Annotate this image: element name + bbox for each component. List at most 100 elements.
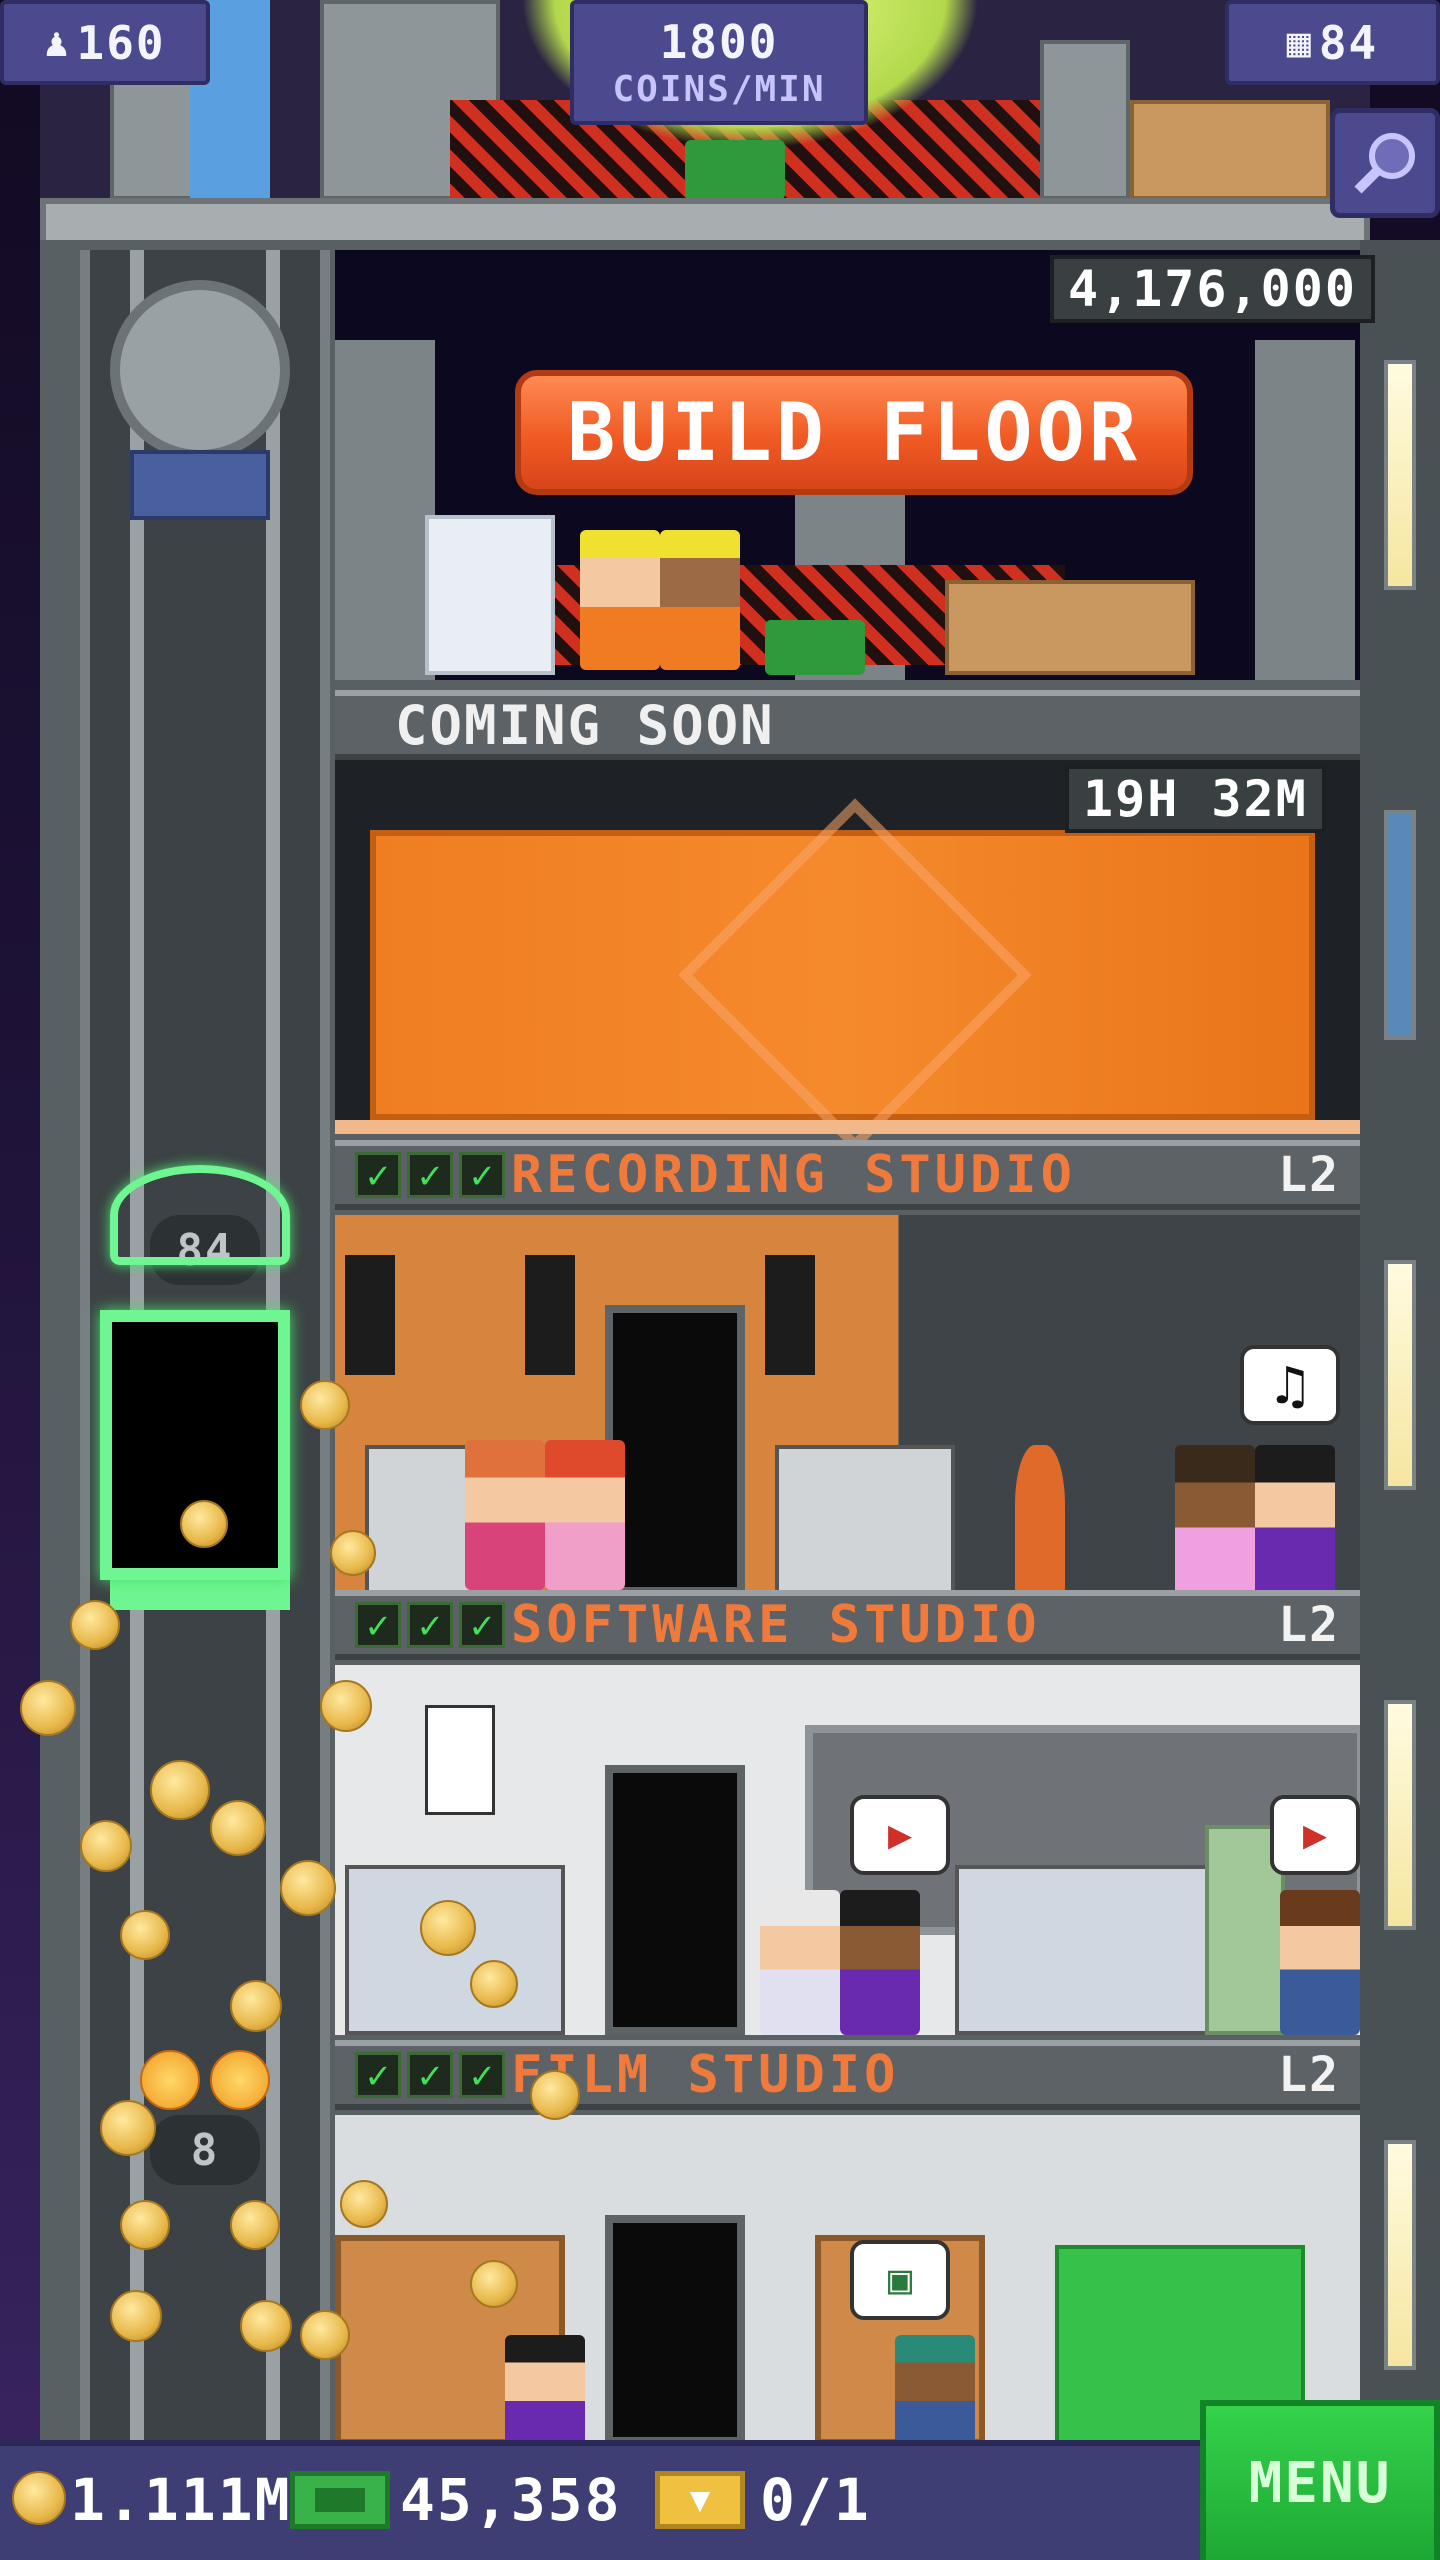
elevator-motor-base xyxy=(130,450,270,520)
construction-worker xyxy=(580,530,660,670)
mixing-desk xyxy=(775,1445,955,1595)
request-bubble-icon[interactable]: ▶ xyxy=(850,1795,950,1875)
coin-particle xyxy=(110,2290,162,2342)
floors-value: 84 xyxy=(1318,15,1379,70)
star-badge xyxy=(210,2050,270,2110)
window-light xyxy=(1384,1700,1416,1930)
coin-particle xyxy=(340,2180,388,2228)
coin-particle xyxy=(230,2200,280,2250)
coin-particle xyxy=(20,1680,76,1736)
bux-balance[interactable]: 45,358 xyxy=(400,2466,622,2534)
coins-balance[interactable]: 1.111M xyxy=(70,2466,292,2534)
request-bubble-icon[interactable]: ▶ xyxy=(1270,1795,1360,1875)
coin-particle xyxy=(320,1680,372,1732)
elevator-crown xyxy=(110,1165,290,1265)
floor-level: L2 xyxy=(1278,1597,1340,1653)
construction-worker xyxy=(660,530,740,670)
coin-particle xyxy=(420,1900,476,1956)
floor-ledge xyxy=(335,1120,1360,1134)
window-light xyxy=(1384,1260,1416,1490)
green-bag xyxy=(685,140,785,200)
studio-musician xyxy=(1255,1445,1335,1595)
developer xyxy=(840,1890,920,2035)
build-pillar xyxy=(1255,340,1355,680)
coming-soon-strip: COMING SOON xyxy=(335,690,1360,760)
coming-soon-label: COMING SOON xyxy=(395,693,775,757)
ticket-icon: ▼ xyxy=(655,2471,745,2529)
glass-pane xyxy=(425,515,555,675)
floor-header-recording[interactable]: ✓ ✓ ✓ RECORDING STUDIO L2 xyxy=(335,1140,1360,1210)
cash-icon xyxy=(290,2471,390,2529)
check-icon: ✓ xyxy=(355,1602,401,1648)
elevator-floor-marker: 8 xyxy=(150,2115,260,2185)
wood-crate xyxy=(945,580,1195,675)
film-request-bubble-icon[interactable]: ▣ xyxy=(850,2240,950,2320)
coin-particle xyxy=(470,1960,518,2008)
room-door xyxy=(605,1765,745,2035)
construction-timer: 19H 32M xyxy=(1065,765,1326,833)
menu-button[interactable]: MENU xyxy=(1200,2400,1440,2560)
developer xyxy=(1280,1890,1360,2035)
tickets-count[interactable]: 0/1 xyxy=(760,2466,871,2534)
window-light xyxy=(1384,810,1416,1040)
build-floor-button[interactable]: BUILD FLOOR xyxy=(515,370,1193,495)
floors-counter[interactable]: ▦ 84 xyxy=(1225,0,1440,85)
coin-particle xyxy=(150,1760,210,1820)
population-value: 160 xyxy=(76,15,166,70)
floor-header-software[interactable]: ✓ ✓ ✓ SOFTWARE STUDIO L2 xyxy=(335,1590,1360,1660)
coins-rate-panel: 1800 COINS/MIN xyxy=(570,0,868,125)
office-desk xyxy=(955,1865,1225,2035)
check-icon: ✓ xyxy=(355,2052,401,2098)
check-icon: ✓ xyxy=(355,1152,401,1198)
coin-particle xyxy=(120,1910,170,1960)
coins-rate-value: 1800 xyxy=(659,15,779,69)
coin-particle xyxy=(530,2070,580,2120)
green-bag xyxy=(765,620,865,675)
developer xyxy=(760,1890,840,2035)
build-price: 4,176,000 xyxy=(1050,255,1375,323)
coin-particle xyxy=(100,2100,156,2156)
coin-particle xyxy=(330,1530,376,1576)
recording-studio-room[interactable] xyxy=(335,1215,1360,1595)
coin-icon xyxy=(12,2471,66,2525)
check-icon: ✓ xyxy=(407,1152,453,1198)
population-counter[interactable]: ♟ 160 xyxy=(0,0,210,85)
coin-particle xyxy=(80,1820,132,1872)
speaker xyxy=(345,1255,395,1375)
coin-particle xyxy=(470,2260,518,2308)
window-light xyxy=(1384,2140,1416,2370)
roof-box xyxy=(1130,100,1330,200)
room-door xyxy=(605,2215,745,2445)
roof-slab xyxy=(40,198,1370,246)
coins-rate-unit: COINS/MIN xyxy=(612,69,826,110)
floor-name: RECORDING STUDIO xyxy=(511,1145,1076,1205)
check-icon: ✓ xyxy=(459,1602,505,1648)
room-door xyxy=(605,1305,745,1595)
tower-right-wall xyxy=(1360,240,1440,2440)
music-note-icon[interactable]: ♫ xyxy=(1240,1345,1340,1425)
studio-worker xyxy=(465,1440,545,1590)
floor-header-film[interactable]: ✓ ✓ ✓ FILM STUDIO L2 xyxy=(335,2040,1360,2110)
people-icon: ♟ xyxy=(44,19,69,66)
wall-calendar xyxy=(425,1705,495,1815)
magnifier-icon xyxy=(1354,133,1415,194)
building-icon: ▦ xyxy=(1286,19,1311,66)
check-icon: ✓ xyxy=(459,1152,505,1198)
check-icon: ✓ xyxy=(459,2052,505,2098)
floor-level: L2 xyxy=(1278,2047,1340,2103)
coin-particle xyxy=(300,1380,350,1430)
coin-particle xyxy=(70,1600,120,1650)
film-crew xyxy=(505,2335,585,2445)
film-crew xyxy=(895,2335,975,2445)
studio-worker xyxy=(545,1440,625,1590)
star-badge xyxy=(140,2050,200,2110)
check-icon: ✓ xyxy=(407,2052,453,2098)
guitar xyxy=(1015,1445,1065,1595)
speaker xyxy=(525,1255,575,1375)
coin-particle xyxy=(240,2300,292,2352)
search-button[interactable] xyxy=(1330,108,1440,218)
speaker xyxy=(765,1255,815,1375)
coin-particle xyxy=(210,1800,266,1856)
window-light xyxy=(1384,360,1416,590)
coin-particle xyxy=(280,1860,336,1916)
